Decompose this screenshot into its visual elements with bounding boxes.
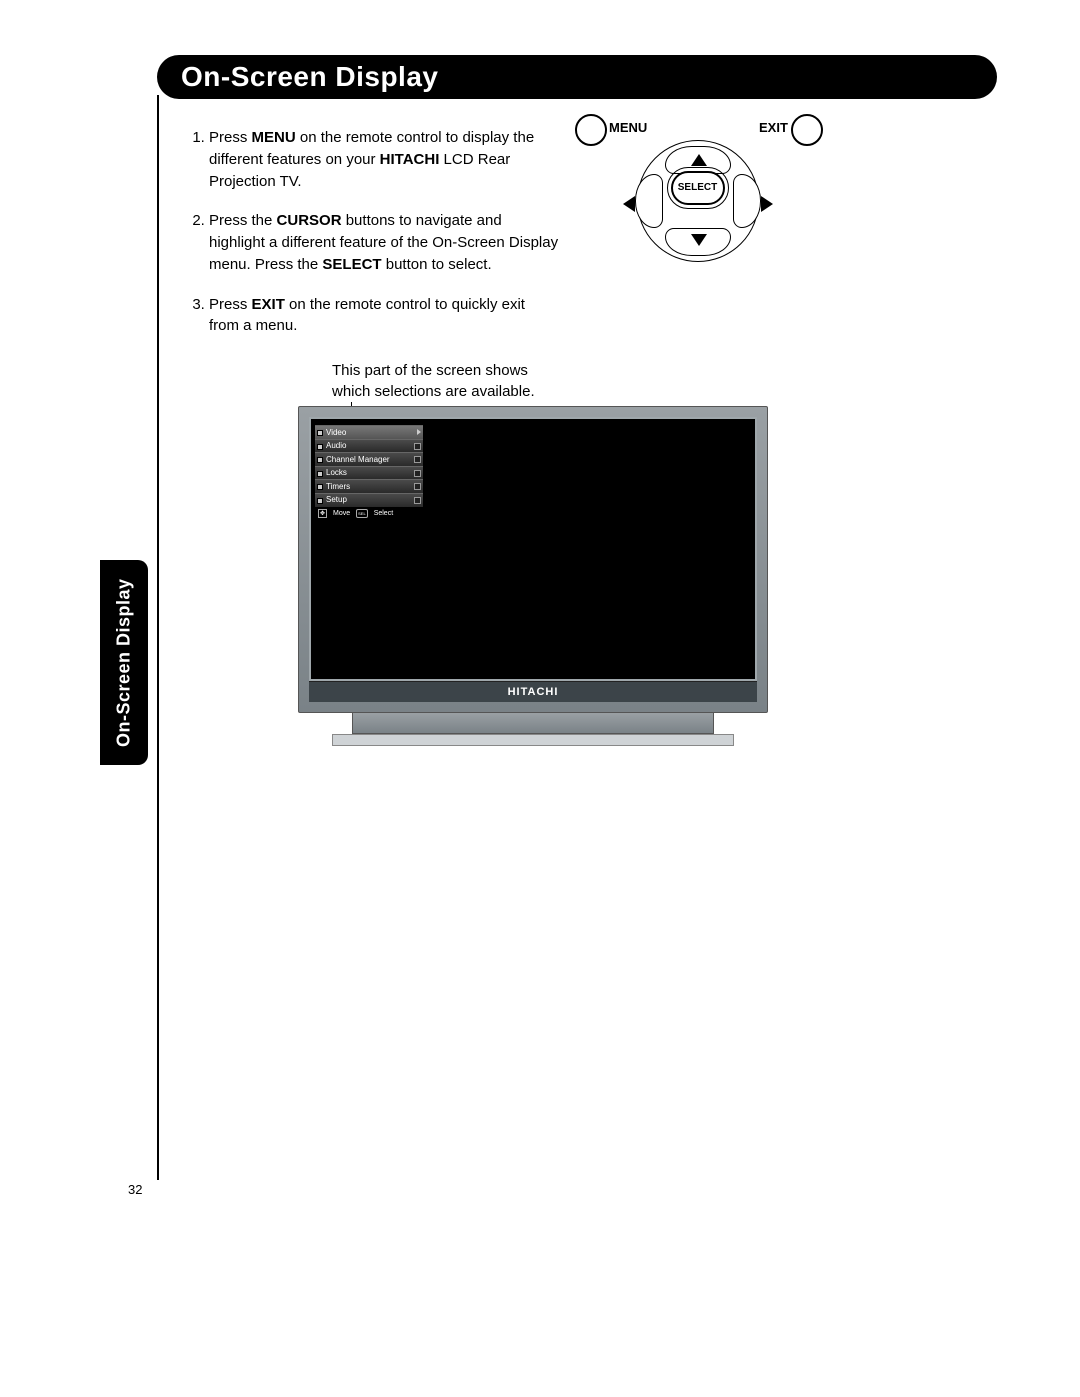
side-tab-label: On-Screen Display bbox=[100, 560, 148, 765]
menu-button-label: MENU bbox=[609, 120, 647, 135]
tv-screen: Video Audio Channel Manager Locks bbox=[309, 417, 757, 681]
exit-button-icon bbox=[791, 114, 823, 146]
osd-label: Setup bbox=[326, 495, 347, 504]
osd-label: Timers bbox=[326, 482, 350, 491]
chevron-right-icon bbox=[417, 429, 421, 435]
section-title: On-Screen Display bbox=[157, 55, 997, 99]
osd-item-audio: Audio bbox=[315, 439, 423, 453]
cursor-up-icon bbox=[691, 154, 707, 166]
box-icon bbox=[414, 443, 421, 450]
text: Press bbox=[209, 296, 252, 313]
osd-label: Video bbox=[326, 428, 346, 437]
instruction-3: Press EXIT on the remote control to quic… bbox=[209, 294, 559, 338]
osd-label: Locks bbox=[326, 468, 347, 477]
remote-diagram: MENU EXIT SELECT bbox=[575, 110, 820, 265]
bullet-icon bbox=[317, 471, 323, 477]
osd-label: Audio bbox=[326, 441, 346, 450]
cursor-down-icon bbox=[691, 234, 707, 246]
bold-text: MENU bbox=[252, 129, 296, 146]
osd-menu: Video Audio Channel Manager Locks bbox=[315, 425, 423, 520]
box-icon bbox=[414, 456, 421, 463]
cursor-right-button bbox=[733, 174, 761, 228]
bold-text: SELECT bbox=[322, 256, 381, 273]
text: Press bbox=[209, 129, 252, 146]
instruction-2: Press the CURSOR buttons to navigate and… bbox=[209, 210, 559, 275]
bold-text: HITACHI bbox=[380, 151, 440, 168]
box-icon bbox=[414, 483, 421, 490]
tv-brand-label: HITACHI bbox=[309, 681, 757, 702]
bold-text: CURSOR bbox=[277, 212, 342, 229]
sel-icon: SEL bbox=[356, 509, 368, 518]
osd-item-locks: Locks bbox=[315, 466, 423, 480]
bullet-icon bbox=[317, 457, 323, 463]
text: button to select. bbox=[382, 256, 492, 273]
box-icon bbox=[414, 470, 421, 477]
bullet-icon bbox=[317, 430, 323, 436]
osd-label: Channel Manager bbox=[326, 455, 390, 464]
tv-stand bbox=[352, 713, 714, 734]
cursor-left-icon bbox=[623, 196, 635, 212]
instruction-1: Press MENU on the remote control to disp… bbox=[209, 127, 559, 192]
tv-bezel: Video Audio Channel Manager Locks bbox=[298, 406, 768, 713]
osd-footer: ✥ Move SEL Select bbox=[315, 507, 423, 520]
text: Press the bbox=[209, 212, 277, 229]
callout-selections: This part of the screen shows which sele… bbox=[332, 360, 535, 402]
instruction-list: Press MENU on the remote control to disp… bbox=[187, 127, 559, 337]
menu-button-icon bbox=[575, 114, 607, 146]
osd-item-video: Video bbox=[315, 425, 423, 439]
bullet-icon bbox=[317, 498, 323, 504]
bold-text: EXIT bbox=[252, 296, 285, 313]
select-button-label: SELECT bbox=[671, 171, 725, 205]
box-icon bbox=[414, 497, 421, 504]
callout-line: This part of the screen shows bbox=[332, 362, 528, 379]
osd-item-channel-manager: Channel Manager bbox=[315, 452, 423, 466]
cursor-right-icon bbox=[761, 196, 773, 212]
bullet-icon bbox=[317, 444, 323, 450]
exit-button-label: EXIT bbox=[759, 120, 788, 135]
tv-foot bbox=[332, 734, 734, 746]
move-icon: ✥ bbox=[318, 509, 327, 518]
tv-illustration: Video Audio Channel Manager Locks bbox=[298, 406, 768, 746]
page-number: 32 bbox=[128, 1182, 142, 1197]
osd-item-timers: Timers bbox=[315, 479, 423, 493]
callout-line: which selections are available. bbox=[332, 383, 535, 400]
osd-item-setup: Setup bbox=[315, 493, 423, 507]
bullet-icon bbox=[317, 484, 323, 490]
osd-footer-move: Move bbox=[333, 510, 350, 517]
osd-footer-select: Select bbox=[374, 510, 393, 517]
